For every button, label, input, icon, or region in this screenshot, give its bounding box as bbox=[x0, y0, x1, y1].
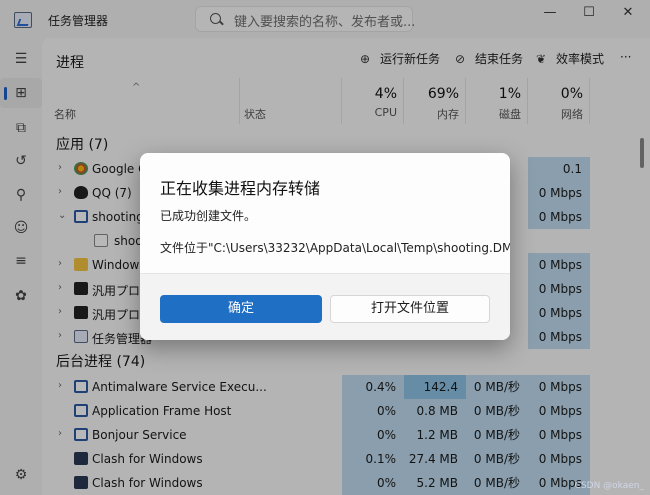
dialog-footer: 确定 打开文件位置 bbox=[140, 273, 510, 340]
dialog-message: 已成功创建文件。 bbox=[160, 209, 257, 223]
watermark: CSDN @okaen_ bbox=[574, 481, 644, 491]
dump-dialog: 正在收集进程内存转储 已成功创建文件。 文件位于"C:\Users\33232\… bbox=[140, 153, 510, 340]
dialog-path: 文件位于"C:\Users\33232\AppData\Local\Temp\s… bbox=[160, 241, 510, 255]
ok-button[interactable]: 确定 bbox=[160, 295, 322, 323]
open-file-location-button[interactable]: 打开文件位置 bbox=[330, 295, 490, 323]
dialog-title: 正在收集进程内存转储 bbox=[160, 179, 321, 198]
